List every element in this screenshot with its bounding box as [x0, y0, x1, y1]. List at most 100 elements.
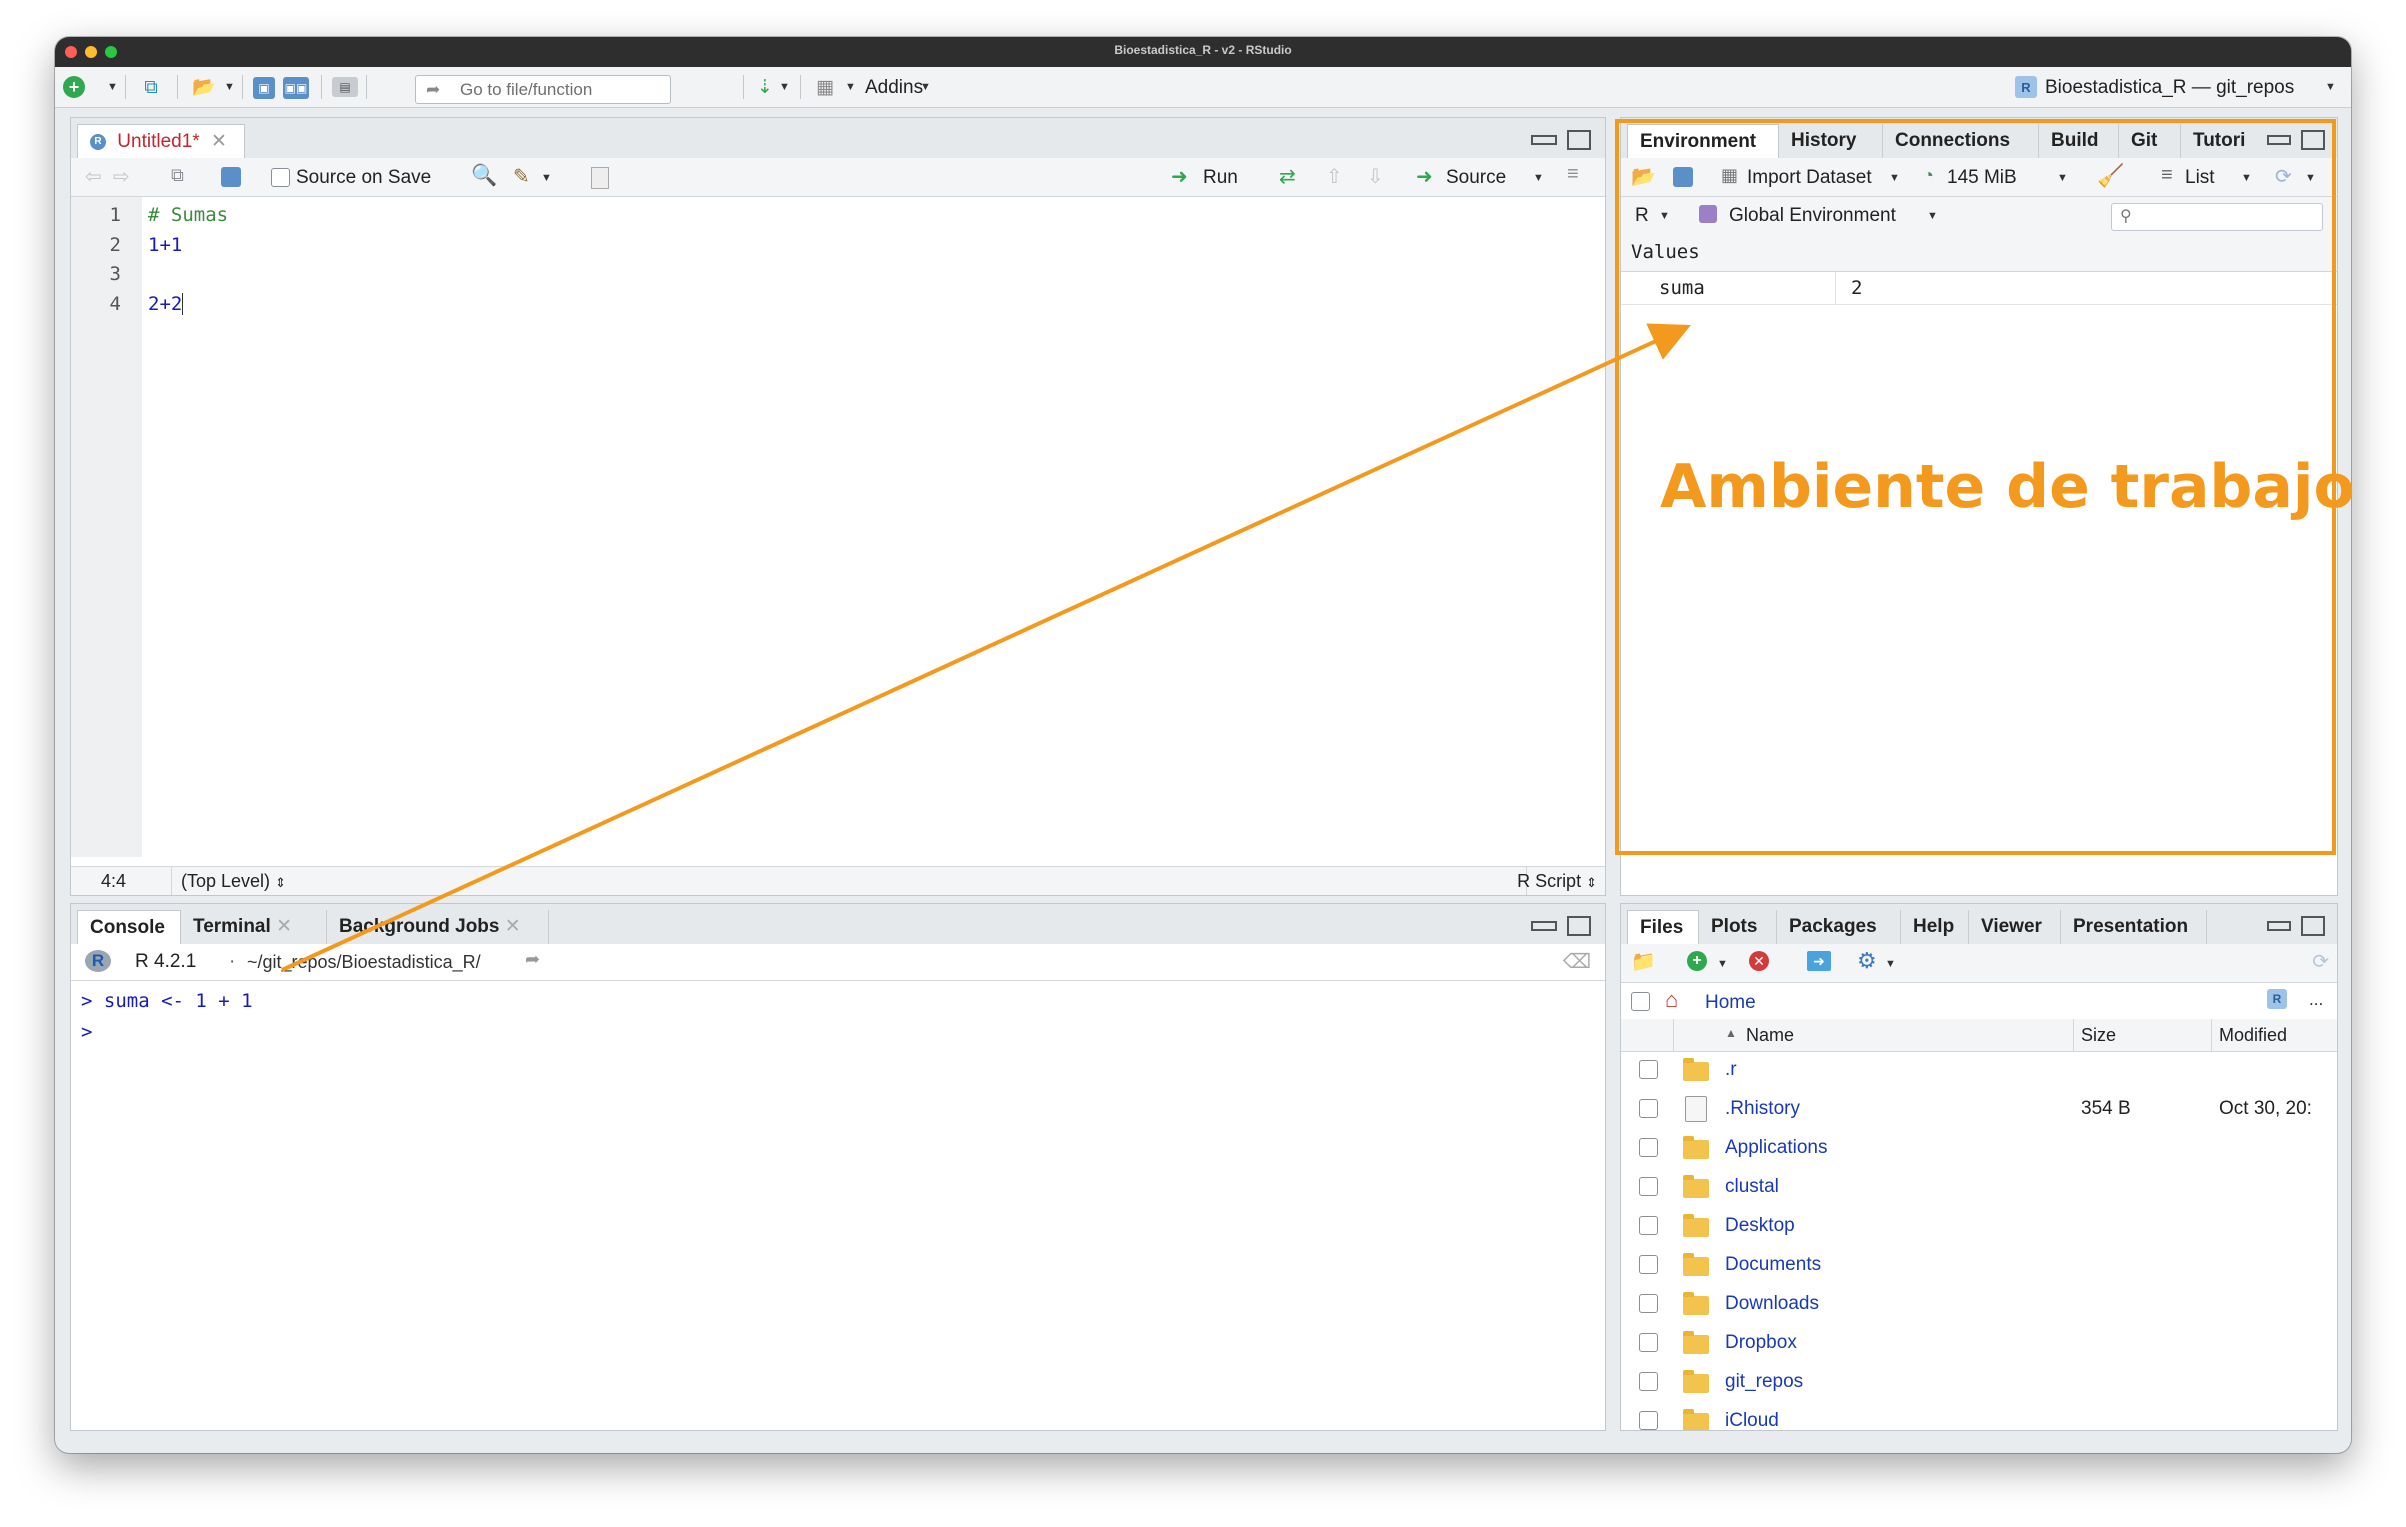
- file-row[interactable]: Applications: [1621, 1130, 2337, 1169]
- file-name-link[interactable]: Dropbox: [1725, 1332, 1797, 1354]
- rename-icon[interactable]: ➜: [1807, 951, 1831, 971]
- pane-layout-icon[interactable]: ▦: [812, 76, 838, 98]
- tab-help[interactable]: Help: [1901, 910, 1969, 944]
- minimize-pane-icon[interactable]: [1530, 135, 1557, 145]
- refresh-icon[interactable]: ⟳: [2312, 949, 2329, 974]
- close-icon[interactable]: ✕: [276, 916, 292, 937]
- file-checkbox[interactable]: [1639, 1294, 1658, 1313]
- file-row[interactable]: Dropbox: [1621, 1325, 2337, 1364]
- chevron-down-icon[interactable]: ▼: [1533, 172, 1544, 184]
- down-arrow-icon[interactable]: ⇩: [1367, 164, 1384, 189]
- new-file-icon[interactable]: +: [63, 76, 85, 98]
- chevron-down-icon[interactable]: ▼: [2325, 81, 2336, 93]
- file-checkbox[interactable]: [1639, 1333, 1658, 1352]
- column-modified[interactable]: Modified: [2219, 1025, 2287, 1046]
- rerun-icon[interactable]: ⇄: [1279, 164, 1296, 189]
- code-editor[interactable]: # Sumas 1+1 2+2: [148, 201, 228, 319]
- print-icon[interactable]: ▤: [332, 77, 358, 97]
- filetype-selector[interactable]: R Script ⇕: [1517, 871, 1597, 892]
- minimize-pane-icon[interactable]: [2266, 921, 2291, 931]
- back-arrow-icon[interactable]: ⇦: [85, 164, 102, 189]
- select-all-checkbox[interactable]: [1631, 992, 1650, 1011]
- source-on-save-checkbox[interactable]: [271, 168, 290, 187]
- file-row[interactable]: .Rhistory 354 B Oct 30, 20:: [1621, 1091, 2337, 1130]
- addins-menu[interactable]: Addins: [843, 77, 923, 99]
- open-file-icon[interactable]: 📂: [189, 75, 219, 99]
- new-folder-icon[interactable]: 📁: [1631, 949, 1656, 974]
- more-button[interactable]: ...: [2309, 990, 2323, 1010]
- column-name[interactable]: Name: [1746, 1025, 1794, 1046]
- file-name-link[interactable]: .Rhistory: [1725, 1098, 1800, 1120]
- run-button[interactable]: Run: [1203, 167, 1238, 189]
- chevron-down-icon[interactable]: ▼: [1885, 958, 1896, 970]
- file-checkbox[interactable]: [1639, 1255, 1658, 1274]
- maximize-pane-icon[interactable]: [1567, 130, 1591, 150]
- go-to-project-icon[interactable]: R: [2267, 989, 2287, 1009]
- file-checkbox[interactable]: [1639, 1216, 1658, 1235]
- chevron-down-icon[interactable]: ▼: [107, 81, 118, 93]
- file-name-link[interactable]: git_repos: [1725, 1371, 1803, 1393]
- file-row[interactable]: iCloud: [1621, 1403, 2337, 1430]
- breadcrumb-home[interactable]: Home: [1705, 992, 1756, 1014]
- column-size[interactable]: Size: [2081, 1025, 2116, 1046]
- gear-icon[interactable]: ⚙: [1857, 948, 1877, 974]
- scope-selector[interactable]: (Top Level) ⇕: [181, 871, 286, 892]
- file-checkbox[interactable]: [1639, 1372, 1658, 1391]
- version-control-icon[interactable]: ⇣: [755, 75, 775, 99]
- file-row[interactable]: clustal: [1621, 1169, 2337, 1208]
- save-icon[interactable]: ▣: [253, 77, 275, 99]
- chevron-down-icon[interactable]: ▼: [779, 81, 790, 93]
- tab-files[interactable]: Files: [1627, 910, 1699, 944]
- close-icon[interactable]: ✕: [505, 916, 521, 937]
- tab-plots[interactable]: Plots: [1699, 910, 1777, 944]
- file-checkbox[interactable]: [1639, 1099, 1658, 1118]
- chevron-down-icon[interactable]: ▼: [541, 172, 552, 184]
- file-name-link[interactable]: iCloud: [1725, 1410, 1779, 1430]
- search-icon[interactable]: 🔍: [471, 164, 497, 188]
- new-blank-file-icon[interactable]: +: [1687, 951, 1707, 971]
- goto-directory-icon[interactable]: ➦: [525, 949, 540, 970]
- broom-icon[interactable]: ⌫: [1563, 949, 1591, 974]
- file-name-link[interactable]: .r: [1725, 1059, 1737, 1081]
- close-icon[interactable]: ✕: [211, 131, 227, 152]
- file-checkbox[interactable]: [1639, 1411, 1658, 1430]
- source-button[interactable]: Source: [1446, 167, 1506, 189]
- project-menu[interactable]: Bioestadistica_R — git_repos: [2045, 77, 2294, 99]
- save-icon[interactable]: [221, 167, 241, 187]
- tab-console[interactable]: Console: [77, 910, 181, 944]
- tab-untitled1[interactable]: R Untitled1* ✕: [77, 124, 245, 158]
- file-name-link[interactable]: clustal: [1725, 1176, 1779, 1198]
- file-checkbox[interactable]: [1639, 1138, 1658, 1157]
- maximize-pane-icon[interactable]: [2301, 916, 2325, 936]
- go-to-file-input[interactable]: ➦ Go to file/function: [415, 75, 671, 104]
- chevron-down-icon[interactable]: ▼: [920, 81, 931, 93]
- delete-icon[interactable]: ✕: [1749, 951, 1769, 971]
- file-row[interactable]: Desktop: [1621, 1208, 2337, 1247]
- show-in-window-icon[interactable]: ⧉: [171, 165, 184, 186]
- new-project-icon[interactable]: ⧉: [137, 75, 165, 99]
- file-checkbox[interactable]: [1639, 1060, 1658, 1079]
- tab-terminal[interactable]: Terminal ✕: [181, 910, 327, 944]
- file-name-link[interactable]: Applications: [1725, 1137, 1827, 1159]
- tab-presentation[interactable]: Presentation: [2061, 910, 2207, 944]
- save-all-icon[interactable]: ▣▣: [283, 77, 309, 99]
- up-arrow-icon[interactable]: ⇧: [1326, 164, 1343, 189]
- file-row[interactable]: Downloads: [1621, 1286, 2337, 1325]
- tab-packages[interactable]: Packages: [1777, 910, 1901, 944]
- file-name-link[interactable]: Documents: [1725, 1254, 1821, 1276]
- maximize-pane-icon[interactable]: [1567, 916, 1591, 936]
- file-row[interactable]: git_repos: [1621, 1364, 2337, 1403]
- file-row[interactable]: Documents: [1621, 1247, 2337, 1286]
- compile-notebook-icon[interactable]: [591, 167, 609, 189]
- file-name-link[interactable]: Desktop: [1725, 1215, 1795, 1237]
- file-row[interactable]: .r: [1621, 1052, 2337, 1091]
- tab-viewer[interactable]: Viewer: [1969, 910, 2061, 944]
- tab-background-jobs[interactable]: Background Jobs ✕: [327, 910, 549, 944]
- forward-arrow-icon[interactable]: ⇨: [113, 164, 130, 189]
- file-checkbox[interactable]: [1639, 1177, 1658, 1196]
- console-output[interactable]: > suma <- 1 + 1 >: [81, 986, 253, 1048]
- magic-wand-icon[interactable]: ✎: [513, 164, 530, 189]
- chevron-down-icon[interactable]: ▼: [224, 81, 235, 93]
- minimize-pane-icon[interactable]: [1530, 921, 1557, 931]
- chevron-down-icon[interactable]: ▼: [1717, 958, 1728, 970]
